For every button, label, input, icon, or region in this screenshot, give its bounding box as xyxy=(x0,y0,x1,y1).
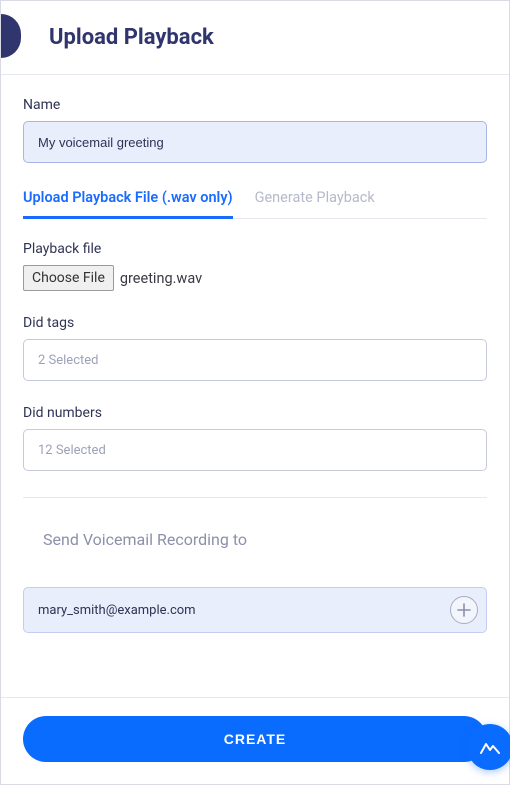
tab-generate[interactable]: Generate Playback xyxy=(255,189,375,218)
did-tags-group: Did tags 2 Selected xyxy=(23,315,487,381)
did-numbers-value: 12 Selected xyxy=(38,443,106,458)
name-label: Name xyxy=(23,97,487,113)
choose-file-button[interactable]: Choose File xyxy=(23,265,114,291)
did-tags-label: Did tags xyxy=(23,315,487,331)
add-recipient-button[interactable] xyxy=(450,596,478,624)
dialog-header: Upload Playback xyxy=(1,1,509,75)
playback-file-label: Playback file xyxy=(23,241,487,257)
selected-filename: greeting.wav xyxy=(120,270,202,287)
section-divider xyxy=(23,497,487,498)
file-row: Choose File greeting.wav xyxy=(23,265,487,291)
tabs: Upload Playback File (.wav only) Generat… xyxy=(23,189,487,219)
recipient-email: mary_smith@example.com xyxy=(38,603,440,618)
email-row: mary_smith@example.com xyxy=(23,587,487,633)
create-button[interactable]: CREATE xyxy=(23,716,487,762)
did-tags-value: 2 Selected xyxy=(38,353,98,368)
send-to-title: Send Voicemail Recording to xyxy=(43,530,487,549)
name-input[interactable] xyxy=(23,121,487,163)
tab-upload[interactable]: Upload Playback File (.wav only) xyxy=(23,189,233,219)
playback-file-section: Playback file Choose File greeting.wav xyxy=(23,241,487,291)
did-tags-select[interactable]: 2 Selected xyxy=(23,339,487,381)
form-area: Name Upload Playback File (.wav only) Ge… xyxy=(1,75,509,643)
header-badge-icon xyxy=(1,14,21,58)
did-numbers-select[interactable]: 12 Selected xyxy=(23,429,487,471)
plus-icon xyxy=(457,603,471,617)
did-numbers-label: Did numbers xyxy=(23,405,487,421)
mountain-icon xyxy=(479,738,501,756)
dialog-title: Upload Playback xyxy=(49,25,214,50)
did-numbers-group: Did numbers 12 Selected xyxy=(23,405,487,471)
floating-action-button[interactable] xyxy=(467,724,510,770)
dialog-footer: CREATE xyxy=(1,697,509,784)
